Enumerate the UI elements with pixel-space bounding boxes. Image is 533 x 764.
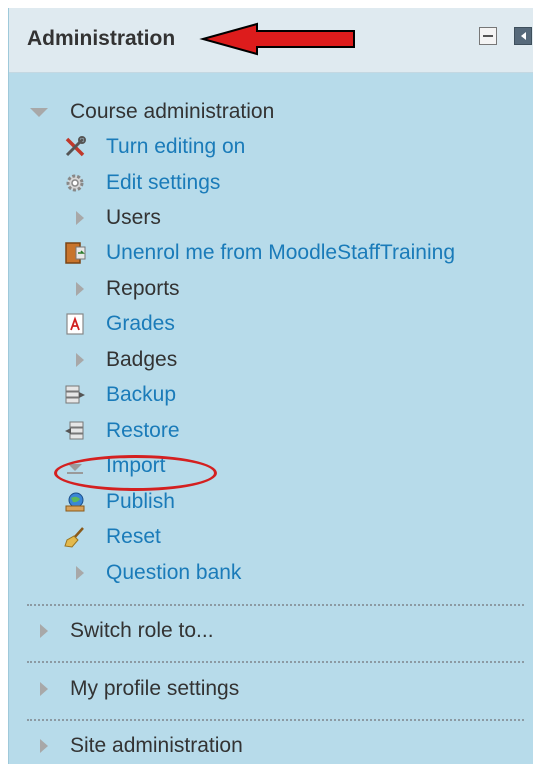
turn-editing-on-label: Turn editing on [106, 135, 246, 158]
divider [27, 604, 524, 606]
unenrol-link[interactable]: Unenrol me from MoodleStaffTraining [65, 238, 455, 268]
grades-link[interactable]: Grades [66, 309, 175, 339]
expand-arrow-icon [76, 566, 84, 580]
my-profile-settings-node[interactable]: My profile settings [40, 674, 240, 704]
collapse-block-icon[interactable] [479, 27, 497, 45]
backup-icon [65, 385, 85, 404]
reports-label: Reports [106, 277, 180, 300]
reset-label: Reset [106, 525, 161, 548]
grades-icon [66, 313, 84, 335]
administration-block: Administration Course administration Tur… [8, 8, 533, 764]
backup-link[interactable]: Backup [65, 380, 177, 410]
restore-link[interactable]: Restore [65, 416, 180, 446]
unenrol-label: Unenrol me from MoodleStaffTraining [106, 241, 455, 264]
question-bank-node[interactable]: Question bank [76, 558, 242, 588]
question-bank-label: Question bank [106, 561, 242, 584]
annotation-oval [54, 455, 217, 491]
block-title: Administration [27, 27, 176, 50]
backup-label: Backup [106, 383, 177, 406]
switch-role-node[interactable]: Switch role to... [40, 616, 214, 646]
site-administration-node[interactable]: Site administration [40, 731, 243, 761]
expand-arrow-icon [76, 353, 84, 367]
reports-node[interactable]: Reports [76, 274, 180, 304]
door-exit-icon [65, 242, 86, 264]
dock-block-icon[interactable] [514, 27, 532, 45]
annotation-arrow-icon [199, 22, 355, 56]
expand-arrow-icon [76, 211, 84, 225]
badges-label: Badges [106, 348, 178, 371]
expand-arrow-icon [40, 682, 48, 696]
restore-icon [65, 421, 84, 440]
edit-settings-link[interactable]: Edit settings [66, 168, 221, 198]
users-label: Users [106, 206, 161, 229]
divider [27, 661, 524, 663]
badges-node[interactable]: Badges [76, 345, 178, 375]
reset-link[interactable]: Reset [64, 522, 161, 552]
gear-icon [66, 174, 84, 192]
publish-label: Publish [106, 490, 175, 513]
site-administration-label: Site administration [70, 734, 243, 757]
tools-icon [65, 136, 86, 157]
divider [27, 719, 524, 721]
my-profile-settings-label: My profile settings [70, 677, 240, 700]
publish-link[interactable]: Publish [65, 487, 175, 517]
expand-arrow-icon [40, 739, 48, 753]
course-administration-node[interactable]: Course administration [30, 97, 275, 127]
restore-label: Restore [106, 419, 180, 442]
users-node[interactable]: Users [76, 203, 161, 233]
publish-icon [65, 492, 85, 512]
broom-icon [64, 527, 84, 548]
block-header: Administration [9, 8, 533, 73]
expand-arrow-icon [40, 624, 48, 638]
collapse-arrow-icon [30, 108, 48, 117]
switch-role-label: Switch role to... [70, 619, 214, 642]
turn-editing-on-link[interactable]: Turn editing on [65, 132, 246, 162]
grades-label: Grades [106, 312, 175, 335]
expand-arrow-icon [76, 282, 84, 296]
course-administration-label: Course administration [70, 100, 275, 123]
edit-settings-label: Edit settings [106, 171, 221, 194]
